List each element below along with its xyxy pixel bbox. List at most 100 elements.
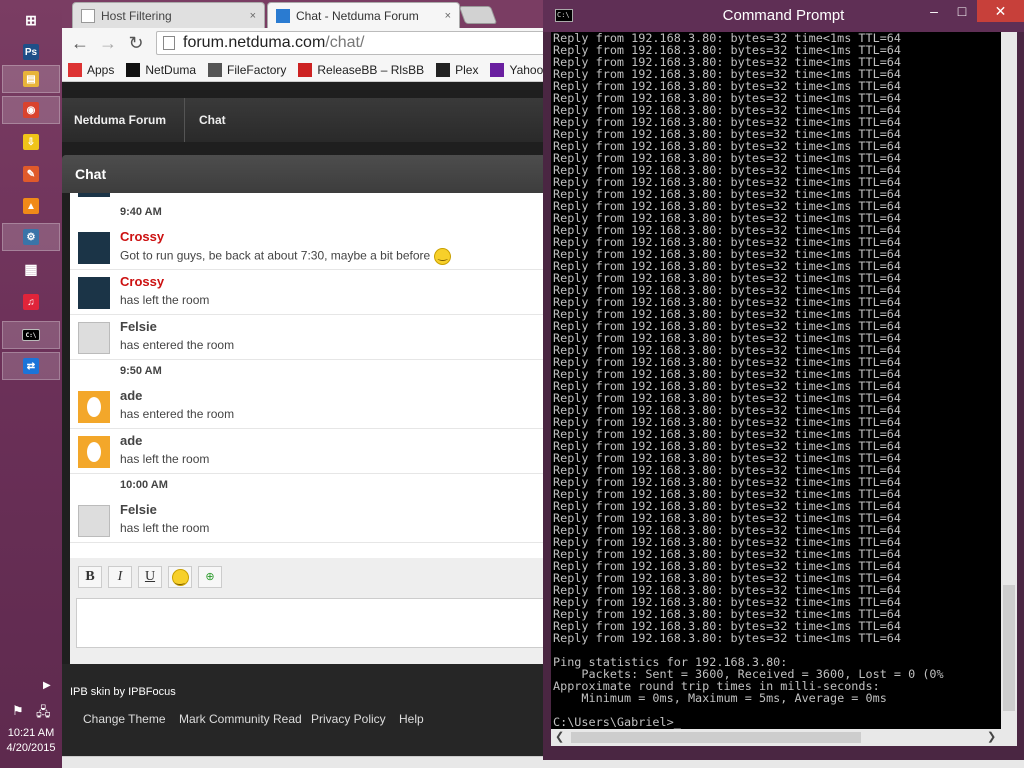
chat-username[interactable]: Felsie xyxy=(120,319,157,334)
message-body: Got to run guys, be back at about 7:30, … xyxy=(120,248,431,263)
new-tab-button[interactable] xyxy=(458,6,498,24)
python-icon: ⚙ xyxy=(23,229,39,245)
taskbar-button[interactable]: C:\ xyxy=(2,321,60,349)
bookmark-netduma[interactable]: NetDuma xyxy=(126,62,197,77)
change-theme-link[interactable]: Change Theme xyxy=(83,712,166,726)
tab-chat-netduma-forum[interactable]: Chat - Netduma Forum × xyxy=(267,2,460,28)
avatar[interactable] xyxy=(78,436,110,468)
message-body: has left the room xyxy=(120,293,210,307)
privacy-policy-link[interactable]: Privacy Policy xyxy=(311,712,386,726)
taskbar: ⊞ Ps ▤ ◉ ⇩ ✎ ▲ ⚙ ▦ ♫ C:\ ⇄ ▶ ⚑ 🖧 10:21 AM 4/20/2015 xyxy=(0,0,62,768)
windows-icon: ⊞ xyxy=(25,11,37,28)
bookmark-plex[interactable]: Plex xyxy=(436,62,479,77)
chat-message-text: has left the room xyxy=(120,521,209,535)
mark-community-read-link[interactable]: Mark Community Read xyxy=(179,712,302,726)
paint-icon: ✎ xyxy=(23,166,39,182)
taskbar-button[interactable]: Ps xyxy=(2,38,60,66)
chat-timestamp: 9:50 AM xyxy=(120,365,162,377)
bookmark-releasebb[interactable]: ReleaseBB – RlsBB xyxy=(298,62,424,77)
chat-username[interactable]: Felsie xyxy=(120,502,157,517)
breadcrumb-netduma-forum[interactable]: Netduma Forum xyxy=(62,98,186,142)
avatar[interactable] xyxy=(78,505,110,537)
message-body: has entered the room xyxy=(120,407,235,421)
avatar[interactable] xyxy=(78,322,110,354)
tab-title: Host Filtering xyxy=(101,8,172,23)
maximize-icon[interactable]: □ xyxy=(949,0,975,22)
avatar[interactable] xyxy=(78,391,110,423)
avatar xyxy=(78,193,110,197)
chat-username[interactable]: Crossy xyxy=(120,274,164,289)
chat-message-text: has left the room xyxy=(120,293,209,307)
console-line: Minimum = 0ms, Maximum = 5ms, Average = … xyxy=(553,691,887,705)
scrollbar-thumb[interactable] xyxy=(1003,585,1015,711)
reload-icon[interactable]: ↻ xyxy=(124,32,148,54)
smiley-icon xyxy=(171,569,189,589)
command-prompt-window: C:\ Command Prompt – □ ✕ Reply from 192.… xyxy=(543,0,1024,760)
chat-timestamp: 9:40 AM xyxy=(120,206,162,218)
clock-date: 4/20/2015 xyxy=(6,742,56,754)
taskbar-button[interactable]: ⇄ xyxy=(2,352,60,380)
tab-close-icon[interactable]: × xyxy=(445,10,451,22)
tab-close-icon[interactable]: × xyxy=(250,10,256,22)
taskbar-button[interactable]: ◉ xyxy=(2,96,60,124)
bookmark-label: NetDuma xyxy=(145,62,197,77)
taskbar-button[interactable]: ♫ xyxy=(2,288,60,316)
console-horizontal-scrollbar[interactable]: ❮ ❯ xyxy=(551,729,1001,746)
forward-arrow-icon[interactable]: → xyxy=(96,32,120,54)
console-output[interactable]: Reply from 192.168.3.80: bytes=32 time<1… xyxy=(551,32,1001,729)
console-vertical-scrollbar[interactable] xyxy=(1001,32,1017,729)
address-bar[interactable]: forum.netduma.com/chat/ xyxy=(156,31,556,55)
taskbar-button[interactable]: ▦ xyxy=(2,255,60,283)
taskbar-button[interactable]: ▲ xyxy=(2,192,60,220)
url-path: /chat/ xyxy=(325,34,365,51)
tab-title: Chat - Netduma Forum xyxy=(296,8,419,23)
italic-button[interactable]: I xyxy=(108,566,132,588)
taskbar-button[interactable]: ✎ xyxy=(2,160,60,188)
file-explorer-icon: ▤ xyxy=(23,71,39,87)
help-link[interactable]: Help xyxy=(399,712,424,726)
breadcrumb-chat[interactable]: Chat xyxy=(185,98,240,142)
cmd-icon: C:\ xyxy=(22,329,40,341)
releasebb-icon xyxy=(298,62,313,77)
underline-button[interactable]: U xyxy=(138,566,162,588)
netduma-favicon-icon xyxy=(276,8,290,23)
avatar[interactable] xyxy=(78,232,110,264)
link-icon: ⊕ xyxy=(205,571,215,583)
avatar[interactable] xyxy=(78,277,110,309)
bookmark-apps[interactable]: Apps xyxy=(68,62,114,77)
scroll-left-arrow-icon[interactable]: ❮ xyxy=(555,730,564,743)
bold-button[interactable]: B xyxy=(78,566,102,588)
taskbar-button[interactable]: ⇩ xyxy=(2,128,60,156)
back-arrow-icon[interactable]: ← xyxy=(68,32,92,54)
console-line: C:\Users\Gabriel>_ xyxy=(553,715,681,729)
bookmark-yahoo[interactable]: Yahoo xyxy=(490,62,543,77)
taskbar-button[interactable]: ⚙ xyxy=(2,223,60,251)
tab-host-filtering[interactable]: Host Filtering × xyxy=(72,2,265,28)
bookmark-label: Plex xyxy=(455,62,479,77)
insert-link-button[interactable]: ⊕ xyxy=(198,566,222,588)
scrollbar-thumb[interactable] xyxy=(571,732,861,743)
show-hidden-icons-arrow-icon[interactable]: ▶ xyxy=(43,680,51,691)
command-prompt-titlebar[interactable]: C:\ Command Prompt – □ ✕ xyxy=(543,0,1024,32)
taskbar-button[interactable]: ⊞ xyxy=(2,6,60,34)
close-icon[interactable]: ✕ xyxy=(977,0,1024,22)
chrome-icon: ◉ xyxy=(23,102,39,118)
skin-credit[interactable]: IPB skin by IPBFocus xyxy=(70,686,176,698)
plex-icon xyxy=(436,62,451,77)
scroll-right-arrow-icon[interactable]: ❯ xyxy=(987,730,996,743)
smiley-icon xyxy=(434,248,452,265)
chat-username[interactable]: ade xyxy=(120,433,142,448)
action-center-flag-icon[interactable]: ⚑ xyxy=(12,703,24,719)
system-clock[interactable]: 10:21 AM 4/20/2015 xyxy=(0,726,62,756)
page-info-icon[interactable] xyxy=(163,36,175,50)
minimize-icon[interactable]: – xyxy=(921,0,947,22)
network-icon[interactable]: 🖧 xyxy=(36,703,51,725)
taskbar-button[interactable]: ▤ xyxy=(2,65,60,93)
chat-username[interactable]: ade xyxy=(120,388,142,403)
emoticon-button[interactable] xyxy=(168,566,192,589)
chat-message-text: Got to run guys, be back at about 7:30, … xyxy=(120,248,452,265)
chat-username[interactable]: Crossy xyxy=(120,229,164,244)
message-body: has entered the room xyxy=(120,338,235,352)
bookmark-filefactory[interactable]: FileFactory xyxy=(208,62,286,77)
url-host: forum.netduma.com xyxy=(183,34,326,51)
